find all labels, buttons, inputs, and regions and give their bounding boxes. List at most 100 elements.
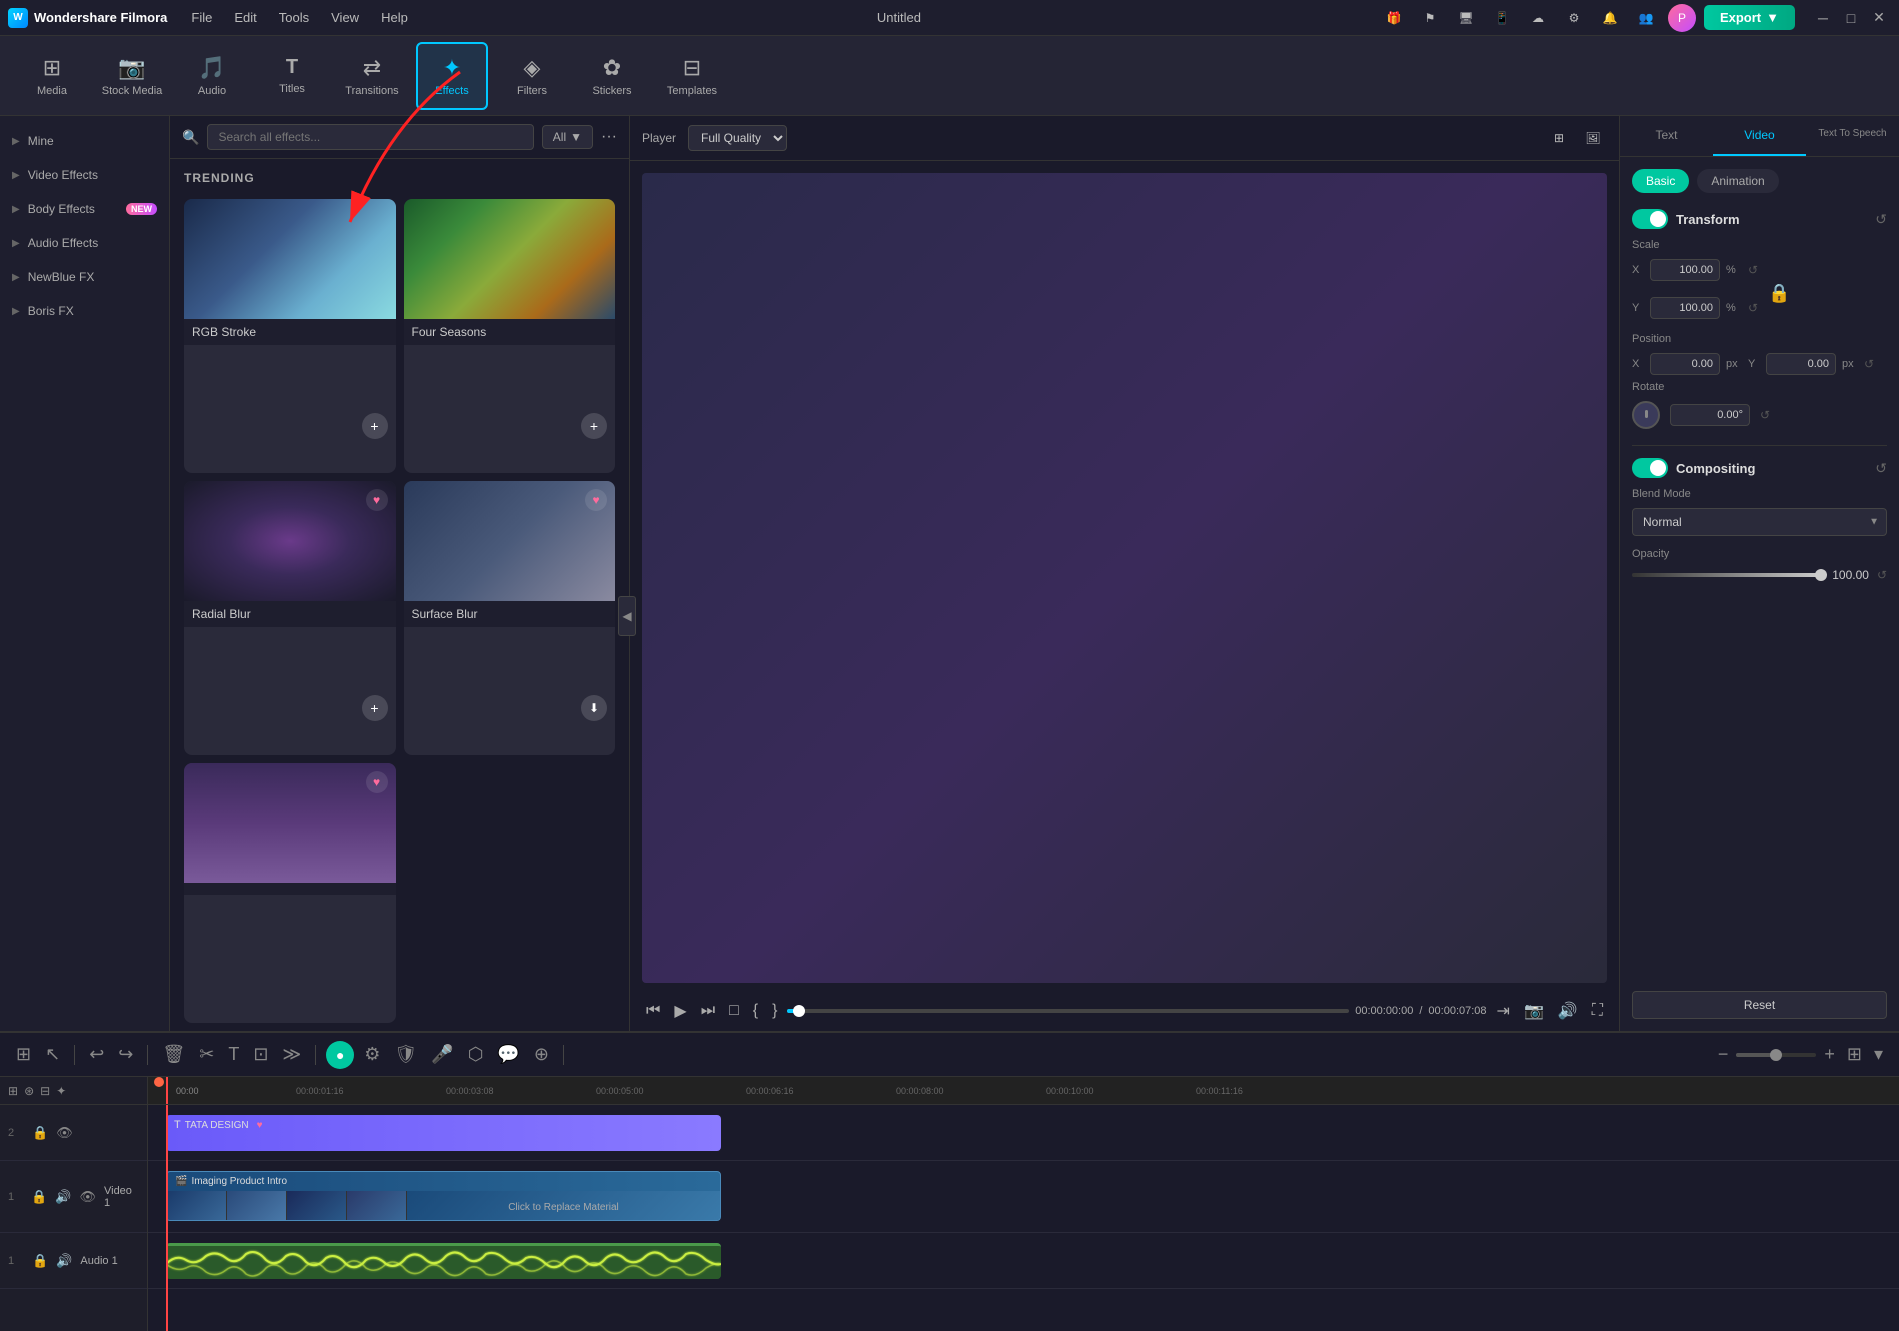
- mark-out-button[interactable]: }: [768, 1000, 781, 1022]
- flag-icon[interactable]: ⚑: [1416, 4, 1444, 32]
- gift-icon[interactable]: 🎁: [1380, 4, 1408, 32]
- scale-y-input[interactable]: [1650, 297, 1720, 319]
- audio-track-lock[interactable]: 🔒: [32, 1253, 48, 1269]
- stabilize-btn[interactable]: 🛡: [390, 1042, 421, 1067]
- color-match-btn[interactable]: ⚙: [360, 1042, 384, 1067]
- minimize-button[interactable]: ─: [1811, 6, 1835, 30]
- link-icon[interactable]: ⊟: [40, 1084, 50, 1098]
- tool-media[interactable]: ⊞ Media: [16, 42, 88, 110]
- mark-in-button[interactable]: {: [749, 1000, 762, 1022]
- tool-stickers[interactable]: ✿ Stickers: [576, 42, 648, 110]
- tab-text[interactable]: Text: [1620, 116, 1713, 156]
- subtitle-btn[interactable]: 💬: [493, 1042, 523, 1067]
- export-button[interactable]: Export ▼: [1704, 5, 1795, 30]
- notif-icon[interactable]: 🔔: [1596, 4, 1624, 32]
- grid-view-icon[interactable]: ⊞: [1545, 124, 1573, 152]
- layout-icon[interactable]: ⊞: [12, 1042, 35, 1067]
- search-input[interactable]: [207, 124, 533, 150]
- profile-avatar[interactable]: P: [1668, 4, 1696, 32]
- dl-btn-surface[interactable]: ⬇: [581, 695, 607, 721]
- delete-button[interactable]: 🗑: [158, 1042, 189, 1067]
- text-tool[interactable]: T: [224, 1042, 243, 1067]
- menu-tools[interactable]: Tools: [269, 6, 319, 29]
- blend-mode-select[interactable]: Normal Multiply Screen Overlay: [1632, 508, 1887, 536]
- sidebar-item-boris[interactable]: ▶ Boris FX: [0, 294, 169, 328]
- motion-track-btn[interactable]: ●: [326, 1041, 354, 1069]
- grid-btn[interactable]: ⊞: [1843, 1042, 1866, 1067]
- add-effect-btn-four-seasons[interactable]: +: [581, 413, 607, 439]
- sidebar-item-video-effects[interactable]: ▶ Video Effects: [0, 158, 169, 192]
- transform-toggle[interactable]: [1632, 209, 1668, 229]
- video-track-volume[interactable]: 🔊: [55, 1189, 71, 1205]
- add-track-icon[interactable]: ⊞: [8, 1084, 18, 1098]
- more-options-button[interactable]: ···: [601, 128, 617, 146]
- quality-select[interactable]: Full Quality: [688, 125, 787, 151]
- title-clip[interactable]: T TATA DESIGN ♥: [166, 1115, 721, 1151]
- screen-icon[interactable]: 🖥: [1452, 4, 1480, 32]
- progress-bar[interactable]: [787, 1009, 1349, 1013]
- effect-card-radial-blur[interactable]: ♥ + Radial Blur: [184, 481, 396, 755]
- fav-btn-surface[interactable]: ♥: [585, 489, 607, 511]
- ai-btn[interactable]: ⬡: [464, 1042, 488, 1067]
- menu-help[interactable]: Help: [371, 6, 418, 29]
- ai-cut-icon[interactable]: ✦: [56, 1084, 66, 1098]
- community-icon[interactable]: 👥: [1632, 4, 1660, 32]
- tool-templates[interactable]: ⊟ Templates: [656, 42, 728, 110]
- sub-tab-basic[interactable]: Basic: [1632, 169, 1689, 193]
- image-view-icon[interactable]: 🖼: [1579, 124, 1607, 152]
- menu-view[interactable]: View: [321, 6, 369, 29]
- title-track-lock[interactable]: 🔒: [32, 1125, 48, 1141]
- tab-video[interactable]: Video: [1713, 116, 1806, 156]
- rotate-input[interactable]: [1670, 404, 1750, 426]
- snap-icon[interactable]: ⊛: [24, 1084, 34, 1098]
- sub-tab-animation[interactable]: Animation: [1697, 169, 1778, 193]
- zoom-in-btn[interactable]: +: [1820, 1042, 1839, 1067]
- prev-frame-button[interactable]: ⏮: [642, 1000, 664, 1022]
- tool-titles[interactable]: T Titles: [256, 42, 328, 110]
- next-frame-button[interactable]: ⏭: [697, 1000, 719, 1022]
- close-button[interactable]: ✕: [1867, 6, 1891, 30]
- scale-x-input[interactable]: [1650, 259, 1720, 281]
- sidebar-item-audio-effects[interactable]: ▶ Audio Effects: [0, 226, 169, 260]
- add-effect-btn-rgb[interactable]: +: [362, 413, 388, 439]
- compositing-reset[interactable]: ↺: [1875, 460, 1887, 477]
- redo-button[interactable]: ↪: [114, 1042, 137, 1067]
- transform-reset[interactable]: ↺: [1875, 211, 1887, 228]
- sidebar-item-body-effects[interactable]: ▶ Body Effects NEW: [0, 192, 169, 226]
- undo-button[interactable]: ↩: [85, 1042, 108, 1067]
- fav-btn-bottom[interactable]: ♥: [366, 771, 388, 793]
- compositing-toggle[interactable]: [1632, 458, 1668, 478]
- more-btn[interactable]: ▾: [1870, 1042, 1887, 1067]
- loop-button[interactable]: □: [725, 1000, 743, 1022]
- position-x-input[interactable]: [1650, 353, 1720, 375]
- menu-edit[interactable]: Edit: [224, 6, 266, 29]
- sidebar-item-newblue[interactable]: ▶ NewBlue FX: [0, 260, 169, 294]
- effect-card-surface-blur[interactable]: ♥ ⬇ Surface Blur: [404, 481, 616, 755]
- video-track-eye[interactable]: 👁: [79, 1189, 96, 1205]
- zoom-slider[interactable]: [1736, 1053, 1816, 1057]
- fav-btn-radial[interactable]: ♥: [366, 489, 388, 511]
- effect-card-bottom[interactable]: ♥: [184, 763, 396, 1023]
- tool-stock[interactable]: 📷 Stock Media: [96, 42, 168, 110]
- zoom-out-btn[interactable]: −: [1714, 1042, 1733, 1067]
- cut-button[interactable]: ✂: [195, 1042, 218, 1067]
- rotate-wheel[interactable]: [1632, 401, 1660, 429]
- play-pause-button[interactable]: ▶: [670, 999, 690, 1023]
- snapshot-button[interactable]: 📷: [1520, 999, 1548, 1023]
- more-tools[interactable]: ≫: [278, 1042, 305, 1067]
- title-track-eye[interactable]: 👁: [56, 1125, 73, 1141]
- add-track-btn[interactable]: ⊕: [530, 1042, 553, 1067]
- tool-transitions[interactable]: ⇄ Transitions: [336, 42, 408, 110]
- scale-x-reset[interactable]: ↺: [1748, 263, 1758, 277]
- video-track-lock[interactable]: 🔒: [31, 1189, 47, 1205]
- fullscreen-button[interactable]: ⛶: [1588, 1000, 1607, 1022]
- record-btn[interactable]: 🎤: [427, 1042, 457, 1067]
- maximize-button[interactable]: □: [1839, 6, 1863, 30]
- scale-y-reset[interactable]: ↺: [1748, 301, 1758, 315]
- tool-filters[interactable]: ◈ Filters: [496, 42, 568, 110]
- tool-audio[interactable]: 🎵 Audio: [176, 42, 248, 110]
- rotate-reset[interactable]: ↺: [1760, 408, 1770, 422]
- opacity-slider[interactable]: [1632, 573, 1821, 577]
- cloud-icon[interactable]: ☁: [1524, 4, 1552, 32]
- sidebar-item-mine[interactable]: ▶ Mine: [0, 124, 169, 158]
